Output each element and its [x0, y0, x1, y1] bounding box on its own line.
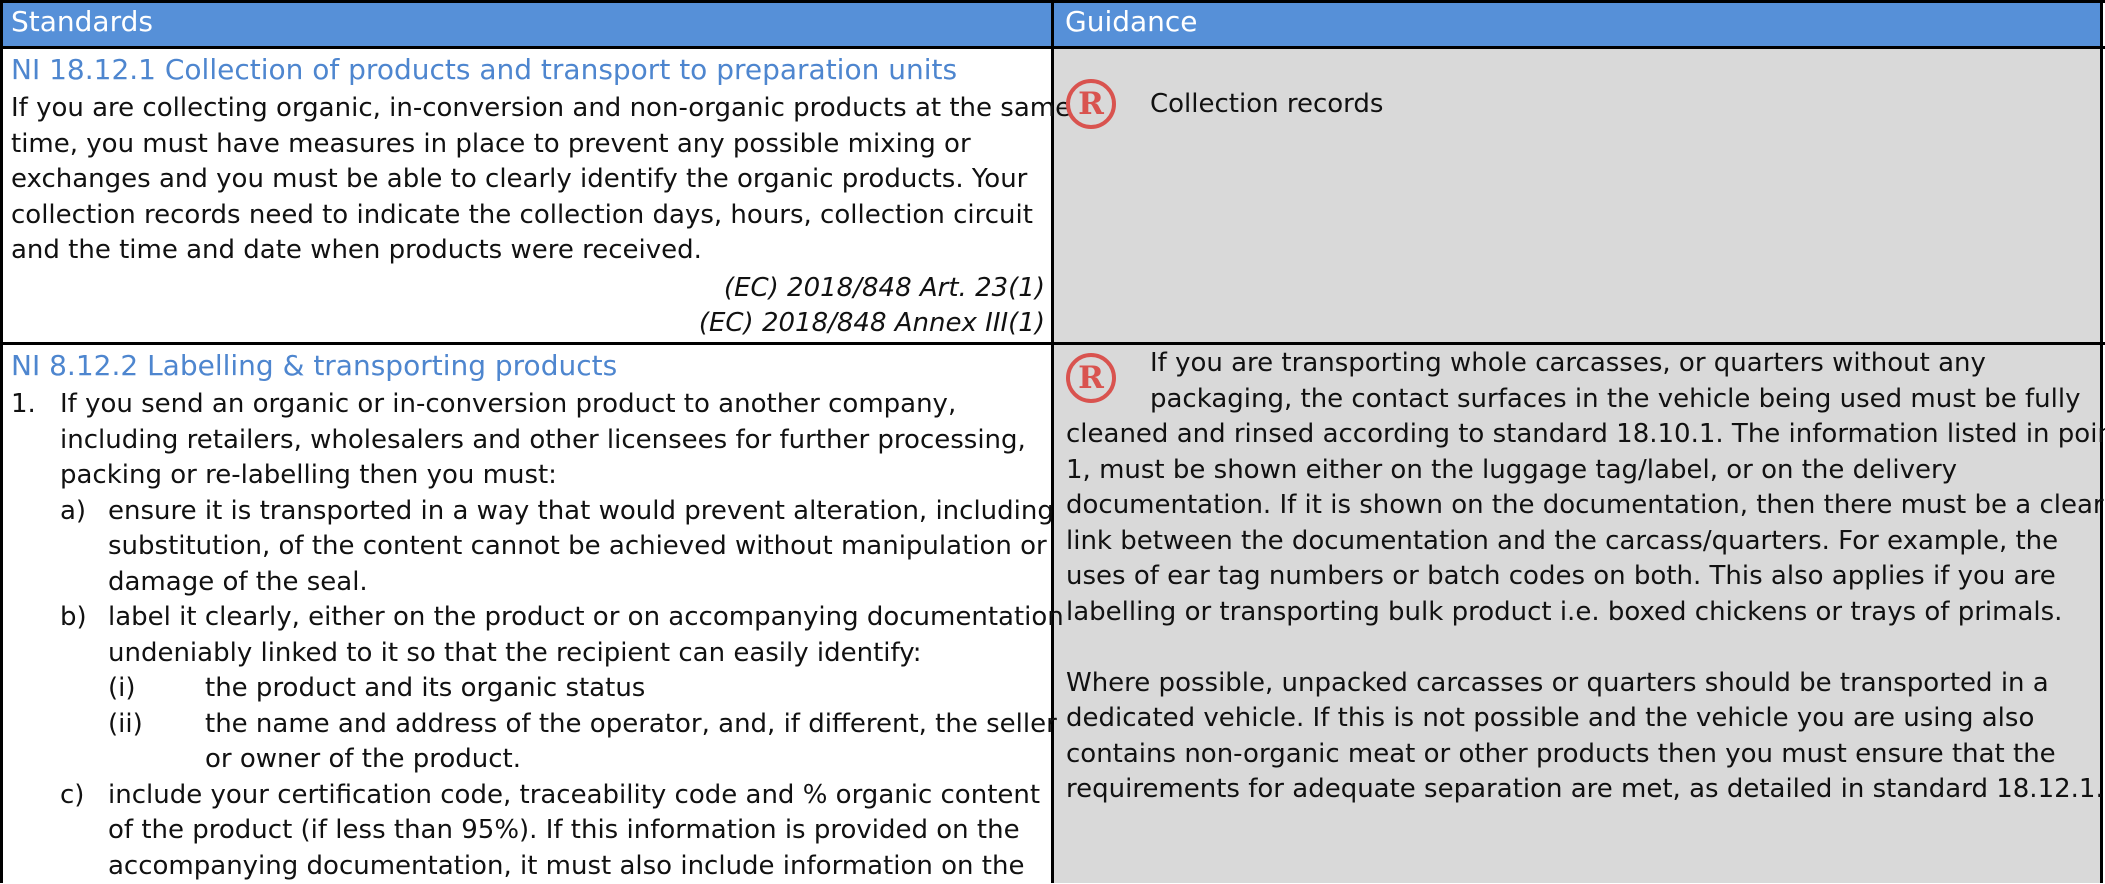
roman-text: or owner of the product.	[205, 742, 521, 778]
list-item-text: including retailers, wholesalers and oth…	[60, 423, 1026, 459]
record-icon: R	[1066, 79, 1116, 129]
record-icon: R	[1066, 353, 1116, 403]
roman-label: (ii)	[108, 707, 143, 743]
sublist-text: label it clearly, either on the product …	[108, 600, 1064, 636]
guidance-collection-records: Collection records	[1150, 87, 1383, 123]
column-divider	[1051, 0, 1054, 883]
sublist-label: c)	[60, 778, 84, 814]
list-item-text: packing or re-labelling then you must:	[60, 458, 557, 494]
guidance-line: packaging, the contact surfaces in the v…	[1150, 382, 2080, 418]
section-2-title: NI 8.12.2 Labelling & transporting produ…	[11, 348, 617, 384]
sublist-text: accompanying documentation, it must also…	[108, 849, 1024, 884]
guidance-line: Where possible, unpacked carcasses or qu…	[1066, 666, 2049, 702]
list-number: 1.	[11, 387, 36, 423]
standards-column-header: Standards	[0, 0, 1051, 46]
guidance-line: uses of ear tag numbers or batch codes o…	[1066, 559, 2056, 595]
section-1-line: exchanges and you must be able to clearl…	[11, 162, 1027, 198]
guidance-column-header: Guidance	[1054, 0, 2100, 46]
guidance-line: contains non-organic meat or other produ…	[1066, 737, 2056, 773]
section-1-title: NI 18.12.1 Collection of products and tr…	[11, 52, 957, 88]
guidance-line: 1, must be shown either on the luggage t…	[1066, 453, 1957, 489]
table-border-left	[0, 0, 3, 883]
section-1-line: time, you must have measures in place to…	[11, 127, 971, 163]
roman-text: the product and its organic status	[205, 671, 645, 707]
roman-text: the name and address of the operator, an…	[205, 707, 1057, 743]
guidance-line: documentation. If it is shown on the doc…	[1066, 488, 2104, 524]
guidance-line: cleaned and rinsed according to standard…	[1066, 417, 2105, 453]
sublist-text: of the product (if less than 95%). If th…	[108, 813, 1020, 849]
guidance-line: labelling or transporting bulk product i…	[1066, 595, 2062, 631]
standards-guidance-table: Standards Guidance NI 18.12.1 Collection…	[0, 0, 2105, 883]
sublist-label: a)	[60, 494, 86, 530]
list-item-text: If you send an organic or in-conversion …	[60, 387, 956, 423]
guidance-line: link between the documentation and the c…	[1066, 524, 2058, 560]
sublist-text: include your certification code, traceab…	[108, 778, 1040, 814]
sublist-text: substitution, of the content cannot be a…	[108, 529, 1047, 565]
section-1-line: and the time and date when products were…	[11, 233, 702, 269]
sublist-text: undeniably linked to it so that the reci…	[108, 636, 921, 672]
regulation-reference: (EC) 2018/848 Annex III(1)	[699, 306, 1045, 341]
sublist-text: ensure it is transported in a way that w…	[108, 494, 1054, 530]
sublist-label: b)	[60, 600, 87, 636]
guidance-line: requirements for adequate separation are…	[1066, 772, 2104, 808]
sublist-text: damage of the seal.	[108, 565, 368, 601]
guidance-line: dedicated vehicle. If this is not possib…	[1066, 701, 2034, 737]
guidance-line: If you are transporting whole carcasses,…	[1150, 346, 1986, 382]
roman-label: (i)	[108, 671, 136, 707]
regulation-reference: (EC) 2018/848 Art. 23(1)	[724, 271, 1045, 306]
section-1-line: collection records need to indicate the …	[11, 198, 1033, 234]
section-1-line: If you are collecting organic, in-conver…	[11, 91, 1071, 127]
